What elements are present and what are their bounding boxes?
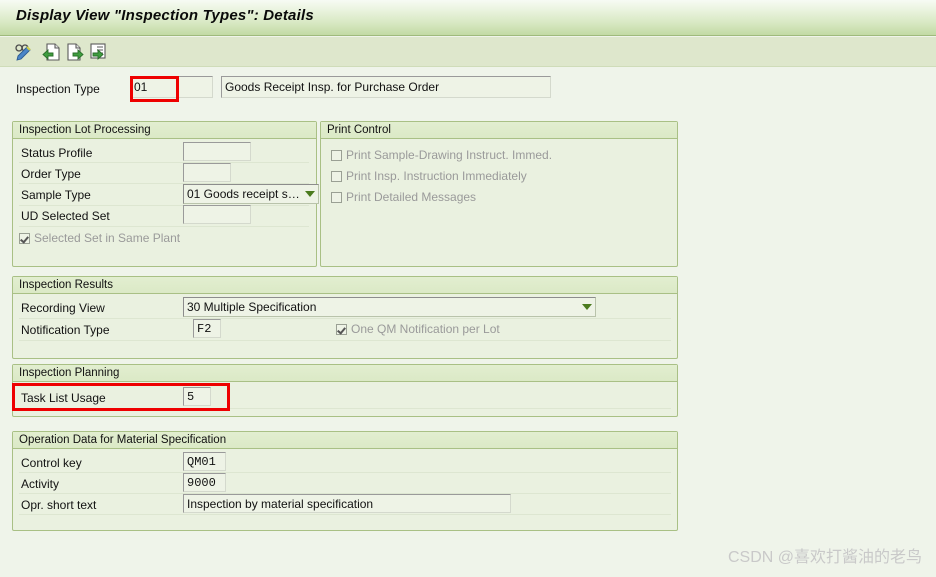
chevron-down-icon xyxy=(582,304,592,310)
print-insp-instruction-checkbox[interactable] xyxy=(331,170,342,182)
row-separator xyxy=(19,226,309,227)
control-key-label: Control key xyxy=(21,456,82,470)
sample-type-dropdown[interactable]: 01 Goods receipt s… xyxy=(183,184,319,204)
display-change-icon[interactable] xyxy=(12,40,36,64)
row-separator xyxy=(19,514,671,515)
group-title-inspection-results: Inspection Results xyxy=(13,277,677,294)
group-print-control: Print Control Print Sample-Drawing Instr… xyxy=(320,121,678,267)
notification-type-label: Notification Type xyxy=(21,323,110,337)
one-qm-notification-label: One QM Notification per Lot xyxy=(351,322,500,336)
print-sample-drawing-checkbox[interactable] xyxy=(331,149,342,161)
status-profile-input[interactable] xyxy=(183,142,251,161)
one-qm-notification-checkbox[interactable] xyxy=(336,323,347,335)
row-separator xyxy=(19,408,671,409)
row-separator xyxy=(19,318,671,319)
one-qm-notification-checkbox-row[interactable]: One QM Notification per Lot xyxy=(336,322,500,336)
group-inspection-planning: Inspection Planning Task List Usage 5 xyxy=(12,364,678,417)
print-insp-instruction-checkbox-row[interactable]: Print Insp. Instruction Immediately xyxy=(331,169,527,183)
recording-view-label: Recording View xyxy=(21,301,105,315)
group-inspection-lot-processing: Inspection Lot Processing Status Profile… xyxy=(12,121,319,267)
inspection-type-label: Inspection Type xyxy=(16,82,100,96)
selected-set-same-plant-checkbox-row[interactable]: Selected Set in Same Plant xyxy=(19,231,180,245)
notification-type-input[interactable]: F2 xyxy=(193,319,221,338)
group-title-print-control: Print Control xyxy=(321,122,677,139)
next-entry-icon[interactable] xyxy=(63,40,87,64)
row-separator xyxy=(19,472,671,473)
row-separator xyxy=(19,340,671,341)
task-list-usage-input[interactable]: 5 xyxy=(183,387,211,406)
sample-type-value: 01 Goods receipt s… xyxy=(187,187,300,201)
order-type-label: Order Type xyxy=(21,167,81,181)
print-detailed-messages-checkbox-row[interactable]: Print Detailed Messages xyxy=(331,190,476,204)
opr-short-text-label: Opr. short text xyxy=(21,498,97,512)
group-inspection-results: Inspection Results Recording View 30 Mul… xyxy=(12,276,678,359)
print-insp-instruction-label: Print Insp. Instruction Immediately xyxy=(346,169,527,183)
details-icon[interactable] xyxy=(86,40,110,64)
status-profile-label: Status Profile xyxy=(21,146,93,160)
previous-entry-icon[interactable] xyxy=(40,40,64,64)
ud-selected-set-label: UD Selected Set xyxy=(21,209,110,223)
watermark: CSDN @喜欢打酱油的老鸟 xyxy=(727,549,922,566)
toolbar xyxy=(0,37,936,67)
activity-input[interactable]: 9000 xyxy=(183,473,226,492)
recording-view-dropdown[interactable]: 30 Multiple Specification xyxy=(183,297,596,317)
group-operation-data: Operation Data for Material Specificatio… xyxy=(12,431,678,531)
print-sample-drawing-label: Print Sample-Drawing Instruct. Immed. xyxy=(346,148,553,162)
group-title-inspection-planning: Inspection Planning xyxy=(13,365,677,382)
window-title-bar: Display View "Inspection Types": Details xyxy=(0,0,936,36)
order-type-input[interactable] xyxy=(183,163,231,182)
group-title-inspection-lot-processing: Inspection Lot Processing xyxy=(13,122,316,139)
print-sample-drawing-checkbox-row[interactable]: Print Sample-Drawing Instruct. Immed. xyxy=(331,148,552,162)
selected-set-same-plant-label: Selected Set in Same Plant xyxy=(34,231,181,245)
inspection-type-description-field: Goods Receipt Insp. for Purchase Order xyxy=(221,76,551,98)
recording-view-value: 30 Multiple Specification xyxy=(187,300,317,314)
row-separator xyxy=(19,162,309,163)
chevron-down-icon xyxy=(305,191,315,197)
print-detailed-messages-label: Print Detailed Messages xyxy=(346,190,477,204)
sample-type-label: Sample Type xyxy=(21,188,91,202)
task-list-usage-label: Task List Usage xyxy=(21,391,106,405)
selected-set-same-plant-checkbox[interactable] xyxy=(19,232,30,244)
inspection-type-input[interactable]: 01 xyxy=(130,76,213,98)
page-title: Display View "Inspection Types": Details xyxy=(16,7,314,24)
opr-short-text-input[interactable]: Inspection by material specification xyxy=(183,494,511,513)
row-separator xyxy=(19,205,309,206)
ud-selected-set-input[interactable] xyxy=(183,205,251,224)
inspection-type-header-row: Inspection Type 01 Goods Receipt Insp. f… xyxy=(0,68,936,110)
group-title-operation-data: Operation Data for Material Specificatio… xyxy=(13,432,677,449)
print-detailed-messages-checkbox[interactable] xyxy=(331,191,342,203)
control-key-input[interactable]: QM01 xyxy=(183,452,226,471)
activity-label: Activity xyxy=(21,477,60,491)
